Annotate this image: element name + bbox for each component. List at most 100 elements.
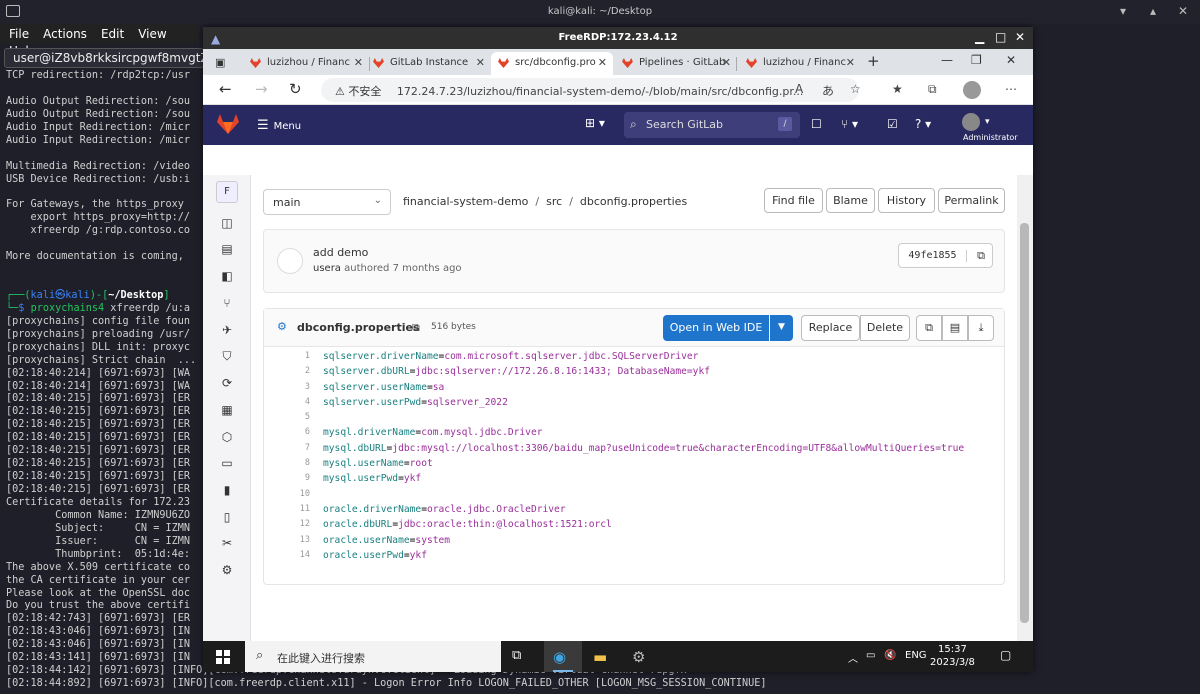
menu-view[interactable]: View [129,24,171,41]
tab-luzizhou-2[interactable]: luzizhou / Financ ✕ [739,52,861,75]
tab-close-icon[interactable]: ✕ [354,56,363,69]
clock[interactable]: 15:37 2023/3/8 [930,643,975,669]
forward-icon[interactable]: → [255,80,268,98]
tab-luzizhou-1[interactable]: luzizhou / Financ ✕ [243,52,369,75]
insecure-warning-icon[interactable]: ⚠ 不安全 [335,85,381,98]
edit-dropdown-icon[interactable]: ▼ [770,315,793,341]
copy-sha-icon[interactable]: ⧉ [977,249,985,263]
download-icon[interactable]: ⤓ [968,315,994,341]
line-number[interactable]: 8 [264,456,310,471]
create-new-icon[interactable]: ⊞ ▾ [585,116,605,130]
line-number[interactable]: 11 [264,502,310,517]
project-avatar[interactable]: F [216,181,238,203]
help-icon[interactable]: ? ▾ [915,117,931,131]
taskbar-search-input[interactable]: ⌕ 在此键入进行搜索 [245,641,501,672]
delete-button[interactable]: Delete [860,315,910,341]
window-minimize-icon[interactable]: — [941,53,953,67]
deployments-icon[interactable]: ⟳ [220,376,234,390]
commit-author[interactable]: usera [313,263,341,274]
commit-author-avatar[interactable] [277,248,303,274]
read-aloud-icon[interactable]: A [795,82,803,96]
branch-selector[interactable]: main ⌄ [263,189,391,215]
notifications-icon[interactable]: ▢ [1000,648,1011,662]
menu-actions[interactable]: Actions [34,24,92,41]
open-raw-icon[interactable]: ▤ [942,315,968,341]
merge-requests-icon[interactable]: ⑂ ▾ [841,117,858,131]
translate-icon[interactable]: あ [822,82,834,99]
tab-close-icon[interactable]: ✕ [722,56,731,69]
permalink-button[interactable]: Permalink [938,188,1005,213]
new-tab-icon[interactable]: + [867,52,880,70]
snippets-icon[interactable]: ✂ [220,536,234,550]
window-close-icon[interactable]: ✕ [1006,53,1016,67]
tab-close-icon[interactable]: ✕ [846,56,855,69]
line-number[interactable]: 2 [264,364,310,379]
tab-gitlab-instance[interactable]: GitLab Instance ✕ [366,52,491,75]
analytics-icon[interactable]: ▮ [220,483,234,497]
security-icon[interactable]: ⛉ [220,349,234,364]
issues-icon[interactable]: ☐ [811,117,822,131]
terminal-tab[interactable]: user@iZ8vb8rkksircpgwf8mvgtZ: ~ [4,48,204,68]
page-scrollbar[interactable] [1017,175,1033,641]
user-avatar[interactable] [962,113,980,131]
address-bar[interactable]: ⚠ 不安全 172.24.7.23/luzizhou/financial-sys… [321,78,859,102]
settings-gear-icon[interactable]: ⚙ [632,648,645,666]
rdp-maximize-icon[interactable]: □ [995,30,1006,44]
rdp-minimize-icon[interactable]: ▁ [975,30,984,44]
collections-icon[interactable]: ⧉ [928,82,937,97]
blame-button[interactable]: Blame [826,188,875,213]
close-icon[interactable]: ✕ [1178,4,1188,18]
history-button[interactable]: History [878,188,935,213]
line-number[interactable]: 9 [264,471,310,486]
line-number[interactable]: 6 [264,425,310,440]
cicd-icon[interactable]: ✈ [220,323,234,337]
find-file-button[interactable]: Find file [764,188,823,213]
volume-icon[interactable]: 🔇 [884,650,896,661]
profile-icon[interactable] [963,81,981,99]
line-number[interactable]: 3 [264,380,310,395]
issues-icon[interactable]: ◧ [220,269,234,283]
commit-title[interactable]: add demo [313,246,368,259]
commit-sha[interactable]: 49fe1855 [899,250,967,262]
network-icon[interactable]: ▭ [866,650,875,661]
more-icon[interactable]: ⋯ [1005,82,1017,96]
tracking-prevention-icon[interactable]: ☆ [850,82,861,96]
tab-close-icon[interactable]: ✕ [476,56,485,69]
copy-contents-icon[interactable]: ⧉ [916,315,942,341]
gitlab-search-input[interactable]: ⌕ Search GitLab / [624,112,800,138]
monitor-icon[interactable]: ▭ [220,456,234,470]
infrastructure-icon[interactable]: ⬡ [220,430,234,444]
breadcrumb-file[interactable]: dbconfig.properties [580,195,687,208]
line-number[interactable]: 5 [264,410,310,425]
menu-file[interactable]: File [0,24,34,41]
gitlab-menu-button[interactable]: ☰ Menu [257,118,301,133]
project-info-icon[interactable]: ◫ [220,216,234,230]
repository-icon[interactable]: ▤ [220,242,234,256]
edge-browser-icon[interactable]: ◉ [553,648,566,666]
minimize-icon[interactable]: ▾ [1120,4,1126,18]
favorites-icon[interactable]: ★ [892,82,903,96]
wiki-icon[interactable]: ▯ [220,510,234,524]
replace-button[interactable]: Replace [801,315,860,341]
line-number[interactable]: 1 [264,349,310,364]
windows-start-icon[interactable] [216,650,230,664]
copy-path-icon[interactable]: ⧉ [412,321,420,335]
tab-close-icon[interactable]: ✕ [598,56,607,69]
line-number[interactable]: 4 [264,395,310,410]
line-number[interactable]: 12 [264,517,310,532]
line-number[interactable]: 10 [264,487,310,502]
task-view-icon[interactable]: ⧉ [512,648,521,663]
breadcrumb-project[interactable]: financial-system-demo [403,195,528,208]
tab-dbconfig[interactable]: src/dbconfig.pro ✕ [491,52,613,75]
settings-icon[interactable]: ⚙ [220,563,234,577]
code-block[interactable]: 1 sqlserver.driverName=com.microsoft.sqls… [264,349,1004,563]
maximize-icon[interactable]: ▴ [1150,4,1156,18]
line-number[interactable]: 7 [264,441,310,456]
chevron-down-icon[interactable]: ▾ [985,117,990,127]
language-indicator[interactable]: ENG [905,650,927,661]
todo-icon[interactable]: ☑ [887,117,898,131]
file-explorer-icon[interactable]: ▬ [593,648,607,666]
breadcrumb-src[interactable]: src [546,195,562,208]
back-icon[interactable]: ← [219,80,232,98]
gitlab-logo-icon[interactable] [217,114,239,134]
